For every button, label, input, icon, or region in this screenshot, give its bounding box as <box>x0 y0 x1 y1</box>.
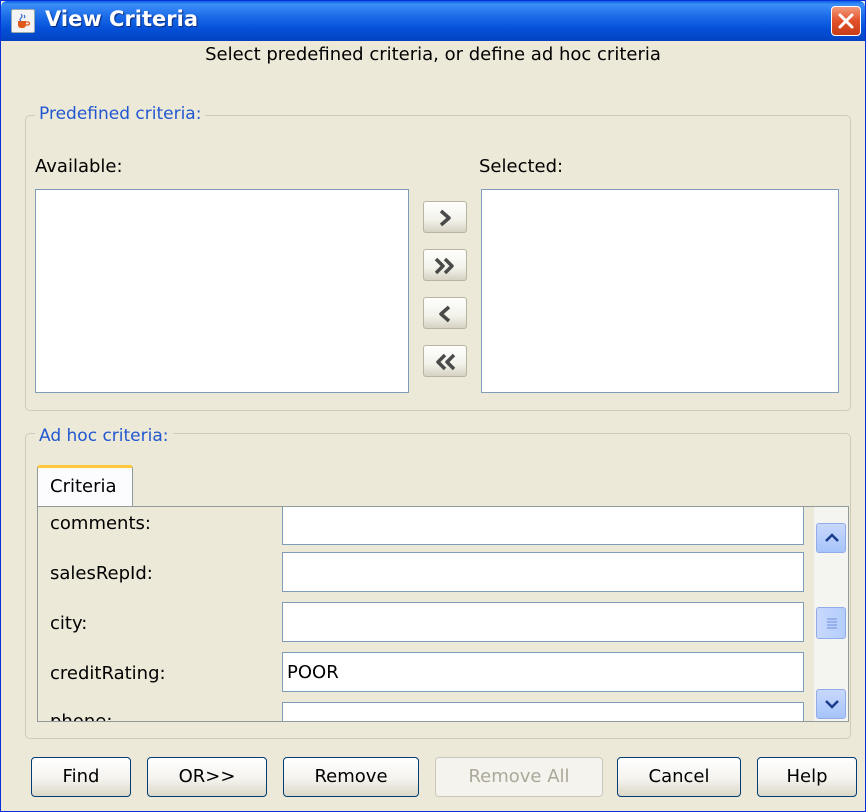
move-left-icon <box>439 305 451 323</box>
comments-field[interactable] <box>282 507 804 545</box>
find-button[interactable]: Find <box>31 757 131 797</box>
move-all-left-button[interactable] <box>423 345 467 377</box>
city-field[interactable] <box>282 602 804 642</box>
remove-button[interactable]: Remove <box>283 757 419 797</box>
cancel-button[interactable]: Cancel <box>617 757 741 797</box>
close-icon <box>838 13 854 29</box>
tab-criteria-label: Criteria <box>50 476 117 497</box>
move-all-right-button[interactable] <box>423 249 467 281</box>
criteria-row-label: phone: <box>50 711 113 722</box>
move-right-button[interactable] <box>423 201 467 233</box>
scroll-thumb[interactable] <box>816 607 846 639</box>
grip-icon <box>827 618 837 629</box>
move-all-right-icon <box>434 257 454 275</box>
criteria-row-label: comments: <box>50 513 151 534</box>
selected-list[interactable] <box>481 189 839 393</box>
adhoc-criteria-legend: Ad hoc criteria: <box>35 426 173 446</box>
scroll-down-button[interactable] <box>816 689 846 719</box>
or-button[interactable]: OR>> <box>147 757 267 797</box>
dialog-instructions: Select predefined criteria, or define ad… <box>205 44 661 65</box>
available-label: Available: <box>35 156 123 177</box>
salesrepid-field[interactable] <box>282 552 804 592</box>
title-bar[interactable]: View Criteria <box>1 1 865 41</box>
java-cup-icon <box>11 9 35 33</box>
scroll-up-button[interactable] <box>816 523 846 553</box>
chevron-down-icon <box>825 700 839 709</box>
criteria-panel: comments: salesRepId: city: creditRating… <box>37 506 849 722</box>
criteria-row-label: creditRating: <box>50 663 166 684</box>
help-button[interactable]: Help <box>757 757 857 797</box>
criteria-row-label: salesRepId: <box>50 563 153 584</box>
tab-criteria[interactable]: Criteria <box>37 465 133 507</box>
move-all-left-icon <box>436 353 456 371</box>
criteria-row-label: city: <box>50 613 88 634</box>
window-title: View Criteria <box>45 7 199 31</box>
remove-all-button[interactable]: Remove All <box>435 757 603 797</box>
move-left-button[interactable] <box>423 297 467 329</box>
phone-field[interactable] <box>282 702 804 721</box>
view-criteria-dialog: View Criteria Select predefined criteria… <box>0 0 866 812</box>
predefined-criteria-legend: Predefined criteria: <box>35 104 206 124</box>
creditrating-field[interactable]: POOR <box>282 652 804 692</box>
move-right-icon <box>439 209 451 227</box>
close-button[interactable] <box>831 6 861 36</box>
available-list[interactable] <box>35 189 409 393</box>
chevron-up-icon <box>825 533 839 542</box>
criteria-scrollbar[interactable] <box>814 507 848 721</box>
selected-label: Selected: <box>479 156 564 177</box>
